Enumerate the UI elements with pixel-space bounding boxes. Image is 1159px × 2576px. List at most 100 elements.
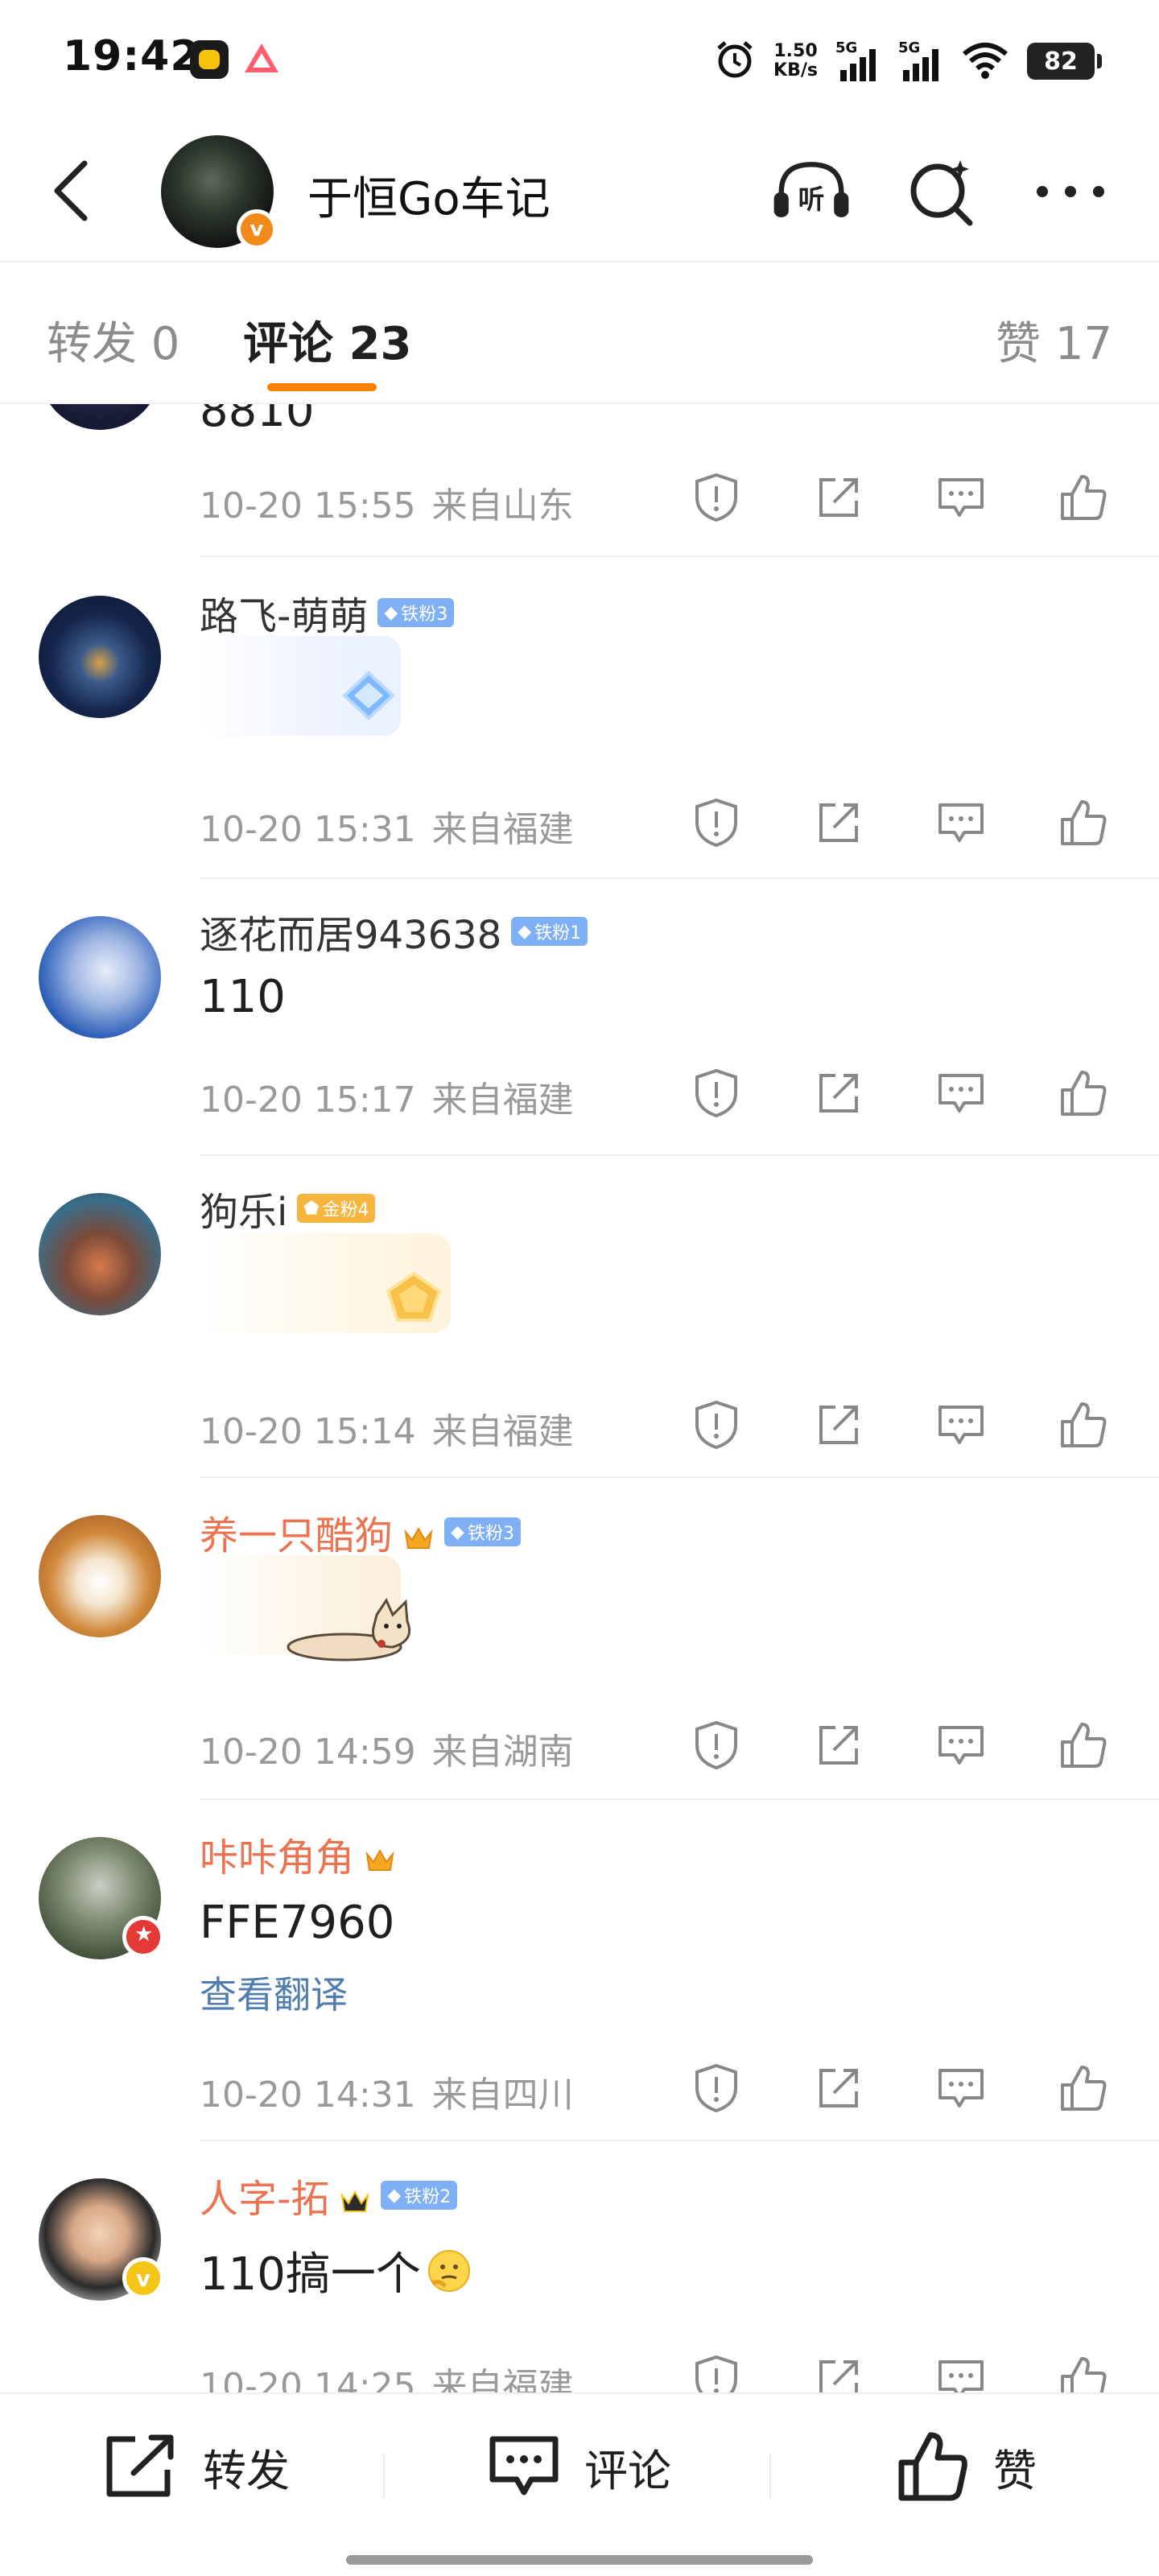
report-button[interactable] [684,1713,749,1777]
report-button[interactable] [684,791,749,855]
back-button[interactable] [39,155,103,227]
like-button[interactable] [1051,791,1116,855]
commenter-avatar[interactable]: v [39,2178,164,2301]
commenter-name[interactable]: 路飞-萌萌 ◆ 铁粉3 [200,584,455,641]
black-crown-icon [339,2181,371,2212]
comment-date: 10-20 14:25 [200,2366,416,2392]
thumbs-up-icon [1061,1071,1107,1116]
fan-badge: ◆ 铁粉3 [444,1517,521,1546]
share-button[interactable] [806,465,871,530]
gold-badge-sticker-icon [386,1271,442,1322]
more-button[interactable] [1030,151,1111,232]
status-time: 19:42 [63,32,200,80]
report-button[interactable] [684,465,749,530]
comment-text: 8810 [200,404,315,437]
commenter-name[interactable]: 养一只酷狗 ◆ 铁粉3 [200,1504,521,1560]
fan-badge: ◆ 铁粉1 [511,917,588,946]
thumbs-up-icon [1061,800,1107,845]
commenter-avatar[interactable] [39,596,161,718]
thumbs-up-icon [1061,2357,1107,2392]
report-shield-icon [695,1068,737,1118]
author-name[interactable]: 于恒Go车记 [307,163,551,228]
reply-button[interactable] [929,1713,993,1777]
comment-actions [684,1061,1119,1125]
translate-link[interactable]: 查看翻译 [200,1966,348,2019]
commenter-name[interactable]: 逐花而居943638 ◆ 铁粉1 [200,903,588,960]
comment-meta: 10-20 15:31 来自福建 [200,800,574,852]
report-button[interactable] [684,2347,749,2392]
search-button[interactable] [901,151,982,232]
repost-button[interactable]: 转发 [103,2426,290,2507]
signal-5g-2-icon: 5G [898,39,943,83]
notification-app-icon [190,40,229,79]
share-button[interactable] [806,1713,871,1777]
share-button[interactable] [806,791,871,855]
comment-location: 来自四川 [431,2074,574,2116]
commenter-name[interactable]: 人字-拓 ◆ 铁粉2 [200,2167,458,2223]
like-button[interactable] [1051,1393,1116,1457]
vip-crown-icon [402,1517,435,1549]
bottom-action-bar: 转发 评论 赞 [0,2392,1159,2576]
vip-crown-icon [364,1839,396,1871]
comment-label: 评论 [584,2445,671,2496]
commenter-avatar[interactable] [39,1193,161,1315]
share-button[interactable] [806,1393,871,1457]
commenter-avatar[interactable] [39,1837,164,1959]
commenter-avatar[interactable] [39,1515,161,1637]
reply-button[interactable] [929,2056,993,2120]
fan-sticker-bg [200,636,401,736]
report-button[interactable] [684,1393,749,1457]
share-icon [819,1074,858,1113]
share-button[interactable] [806,2056,871,2120]
comment-location: 来自福建 [431,1411,574,1452]
commenter-avatar[interactable] [39,404,161,430]
reply-button[interactable] [929,465,993,530]
commenter-name[interactable]: 狗乐i ⬟ 金粉4 [200,1180,376,1236]
author-avatar[interactable]: v [161,135,277,250]
like-button[interactable] [1051,2056,1116,2120]
like-post-button[interactable]: 赞 [897,2426,1037,2507]
comment-meta: 10-20 15:17 来自福建 [200,1071,574,1122]
reply-button[interactable] [929,1393,993,1457]
share-button[interactable] [806,1061,871,1125]
thumbs-up-icon [1061,475,1107,520]
report-button[interactable] [684,1061,749,1125]
comment-location: 来自山东 [431,485,574,526]
like-button[interactable] [1051,465,1116,530]
listen-button[interactable]: 听 [771,151,852,232]
reply-button[interactable] [929,1061,993,1125]
share-button[interactable] [806,2347,871,2392]
comment-bubble-icon [938,1074,984,1113]
report-shield-icon [695,2355,737,2392]
like-button[interactable] [1051,1713,1116,1777]
home-indicator[interactable] [346,2555,813,2565]
report-button[interactable] [684,2056,749,2120]
repost-icon [106,2434,174,2497]
reply-button[interactable] [929,791,993,855]
comment-item: v 人字-拓 ◆ 铁粉2 110搞一个 10-20 14:25 来自福建 [0,2141,1159,2392]
tab-repost[interactable]: 转发 0 [47,308,179,373]
chevron-left-icon [54,160,88,221]
commenter-avatar[interactable] [39,916,161,1038]
comment-list[interactable]: 8810 10-20 15:55来自山东 路飞-萌萌 ◆铁粉3 8110 10-… [0,404,1159,2392]
page-header: v 于恒Go车记 听 [0,121,1159,261]
comment-item: 养一只酷狗 ◆铁粉3 9167 10-20 14:59来自湖南 [0,1478,1159,1800]
tab-likes[interactable]: 赞 17 [996,308,1112,373]
pentagon-icon: ⬟ [303,1198,320,1219]
comment-item: 咔咔角角 FFE7960 查看翻译 10-20 14:31 来自四川 [0,1800,1159,2141]
reply-button[interactable] [929,2347,993,2392]
like-button[interactable] [1051,1061,1116,1125]
comment-bubble-icon [938,2360,984,2392]
comment-text: 110 [200,971,286,1023]
signal-5g-1-icon: 5G [835,39,881,83]
commenter-name[interactable]: 咔咔角角 [200,1826,396,1882]
share-icon [819,1406,858,1444]
comment-meta: 10-20 15:14 来自福建 [200,1402,574,1454]
thumbs-up-icon [1061,2066,1107,2111]
thumbs-up-icon [1061,1723,1107,1768]
tab-comments[interactable]: 评论 23 [243,308,411,373]
like-button[interactable] [1051,2347,1116,2392]
comment-text: FFE7960 [200,1897,395,1949]
comment-button[interactable]: 评论 [488,2426,671,2507]
share-icon [819,803,858,842]
